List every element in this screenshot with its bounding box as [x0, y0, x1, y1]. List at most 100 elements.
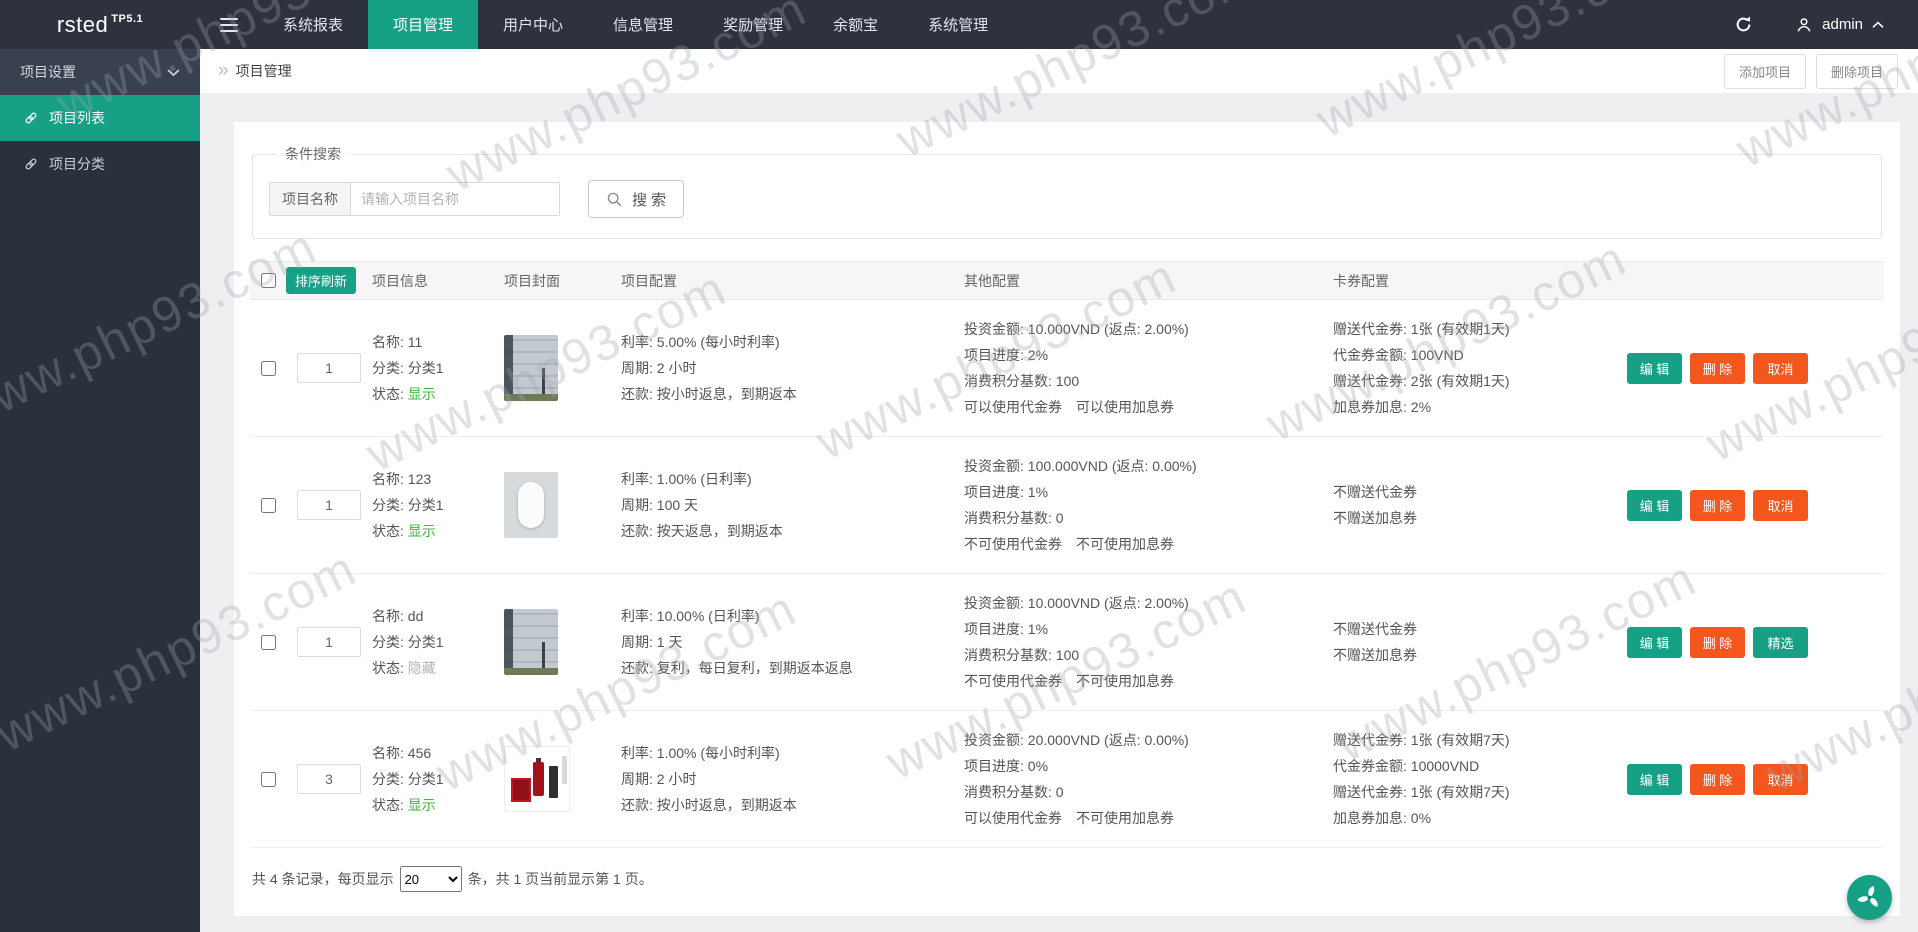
status-label: 状态: — [372, 797, 408, 813]
text-line: 消费积分基数: 0 — [964, 510, 1064, 526]
top-navigation: 系统报表 项目管理 用户中心 信息管理 奖励管理 余额宝 系统管理 — [258, 0, 1013, 49]
nav-item-system-report[interactable]: 系统报表 — [258, 0, 368, 49]
column-header-project-cover: 项目封面 — [504, 272, 560, 289]
cover-image — [504, 609, 558, 675]
edit-button[interactable]: 编 辑 — [1627, 626, 1682, 658]
nav-item-yuebao[interactable]: 余额宝 — [808, 0, 903, 49]
text-line: 还款: 按小时返息，到期返本 — [621, 797, 797, 813]
text-line: 不赠送代金券 — [1333, 484, 1417, 500]
sidebar: 项目设置 项目列表 项目分类 — [0, 49, 200, 932]
cancel-button[interactable]: 取消 — [1753, 352, 1808, 384]
project-category: 分类: 分类1 — [372, 360, 444, 376]
text-line: 利率: 5.00% (每小时利率) — [621, 334, 780, 350]
delete-button[interactable]: 删 除 — [1690, 352, 1745, 384]
nav-item-info-management[interactable]: 信息管理 — [588, 0, 698, 49]
project-info-cell: 名称: 123 分类: 分类1 状态: 显示 — [372, 466, 504, 544]
edit-button[interactable]: 编 辑 — [1627, 352, 1682, 384]
logo-version: TP5.1 — [111, 12, 144, 25]
project-config-cell: 利率: 10.00% (日利率) 周期: 1 天还款: 复利，每日复利，到期返本返… — [621, 603, 964, 681]
row-checkbox[interactable] — [260, 771, 276, 787]
text-line: 周期: 2 小时 — [621, 360, 697, 376]
add-project-button[interactable]: 添加项目 — [1723, 53, 1806, 89]
project-category: 分类: 分类1 — [372, 634, 444, 650]
page-size-select[interactable]: 20 — [399, 866, 462, 892]
floating-action-button[interactable] — [1847, 875, 1892, 920]
cancel-button[interactable]: 取消 — [1753, 489, 1808, 521]
row-checkbox[interactable] — [260, 360, 276, 376]
delete-button[interactable]: 删 除 — [1690, 763, 1745, 795]
column-header-project-config: 项目配置 — [621, 272, 677, 289]
sidebar-item-project-list[interactable]: 项目列表 — [0, 95, 200, 141]
text-line: 消费积分基数: 100 — [964, 647, 1080, 663]
sidebar-group-project-settings[interactable]: 项目设置 — [0, 49, 200, 95]
user-icon — [1795, 16, 1813, 34]
text-line: 赠送代金券: 1张 (有效期7天) — [1333, 784, 1510, 800]
edit-button[interactable]: 编 辑 — [1627, 489, 1682, 521]
cover-image — [504, 746, 570, 812]
text-line: 还款: 按小时返息，到期返本 — [621, 386, 797, 402]
project-config-cell: 利率: 1.00% (每小时利率) 周期: 2 小时 还款: 按小时返息，到期返本 — [621, 740, 964, 818]
text-line: 赠送代金券: 1张 (有效期1天) — [1333, 321, 1510, 337]
nav-item-user-center[interactable]: 用户中心 — [478, 0, 588, 49]
project-name: 名称: 456 — [372, 745, 432, 761]
app-logo: rsted TP5.1 — [0, 0, 200, 49]
pagination-suffix: 条，共 1 页当前显示第 1 页。 — [467, 871, 653, 887]
text-line: 赠送代金券: 2张 (有效期1天) — [1333, 373, 1510, 389]
link-icon — [24, 157, 38, 171]
row-actions: 编 辑删 除精选 — [1627, 626, 1884, 658]
page-title: 项目管理 — [235, 63, 292, 79]
search-row: 项目名称 搜 索 — [269, 180, 1865, 218]
row-checkbox[interactable] — [260, 634, 276, 650]
sort-input[interactable] — [297, 490, 361, 520]
coupon-config-cell: 不赠送代金券 不赠送加息券 — [1333, 479, 1627, 531]
project-name-input[interactable] — [350, 182, 560, 216]
text-line: 加息券加息: 0% — [1333, 810, 1432, 826]
search-button[interactable]: 搜 索 — [588, 180, 685, 218]
refresh-button[interactable] — [1734, 15, 1753, 34]
table-header-row: 排序刷新 项目信息 项目封面 项目配置 其他配置 卡券配置 — [250, 262, 1884, 300]
edit-button[interactable]: 编 辑 — [1627, 763, 1682, 795]
user-menu[interactable]: admin — [1795, 16, 1884, 34]
sort-input[interactable] — [297, 353, 361, 383]
project-info-cell: 名称: dd 分类: 分类1 状态: 隐藏 — [372, 603, 504, 681]
nav-item-reward-management[interactable]: 奖励管理 — [698, 0, 808, 49]
main-content: » 项目管理 添加项目 删除项目 条件搜索 项目名称 搜 索 — [200, 49, 1918, 932]
status-label: 状态: — [372, 523, 408, 539]
delete-button[interactable]: 删 除 — [1690, 626, 1745, 658]
project-info-cell: 名称: 11 分类: 分类1 状态: 显示 — [372, 329, 504, 407]
status-label: 状态: — [372, 660, 408, 676]
row-actions: 编 辑删 除取消 — [1627, 352, 1884, 384]
project-config-cell: 利率: 1.00% (日利率) 周期: 100 天还款: 按天返息，到期返本 — [621, 466, 964, 544]
text-line: 可以使用代金券 可以使用加息券 — [964, 399, 1174, 415]
delete-project-button[interactable]: 删除项目 — [1815, 53, 1898, 89]
nav-item-system-management[interactable]: 系统管理 — [903, 0, 1013, 49]
text-line: 不可使用代金券 不可使用加息券 — [964, 536, 1174, 552]
featured-button[interactable]: 精选 — [1753, 626, 1808, 658]
project-cover-cell — [504, 335, 621, 401]
menu-toggle-icon[interactable] — [200, 0, 258, 49]
coupon-config-cell: 赠送代金券: 1张 (有效期7天) 代金券金额: 10000VND 赠送代金券: 1… — [1333, 727, 1627, 831]
text-line: 项目进度: 2% — [964, 347, 1049, 363]
row-checkbox[interactable] — [260, 497, 276, 513]
text-line: 可以使用代金券 不可使用加息券 — [964, 810, 1174, 826]
delete-button[interactable]: 删 除 — [1690, 489, 1745, 521]
text-line: 代金券金额: 100VND — [1333, 347, 1464, 363]
sort-refresh-button[interactable]: 排序刷新 — [286, 267, 357, 294]
cancel-button[interactable]: 取消 — [1753, 763, 1808, 795]
pinwheel-icon — [1856, 884, 1883, 911]
search-button-label: 搜 索 — [632, 191, 667, 209]
sidebar-item-project-category[interactable]: 项目分类 — [0, 141, 200, 187]
status-value: 显示 — [407, 797, 436, 813]
text-line: 利率: 10.00% (日利率) — [621, 608, 760, 624]
search-icon — [606, 191, 623, 208]
sort-input[interactable] — [297, 627, 361, 657]
select-all-checkbox[interactable] — [260, 273, 276, 288]
nav-item-project-management[interactable]: 项目管理 — [368, 0, 479, 49]
sort-input[interactable] — [297, 764, 361, 794]
text-line: 不赠送加息券 — [1333, 647, 1417, 663]
text-line: 投资金额: 10.000VND (返点: 2.00%) — [964, 595, 1189, 611]
row-actions: 编 辑删 除取消 — [1627, 489, 1884, 521]
table-row: 名称: 456 分类: 分类1 状态: 显示 利率: 1.00% (每小时利率)… — [250, 711, 1884, 848]
text-line: 周期: 100 天 — [621, 497, 699, 513]
text-line: 项目进度: 0% — [964, 758, 1049, 774]
